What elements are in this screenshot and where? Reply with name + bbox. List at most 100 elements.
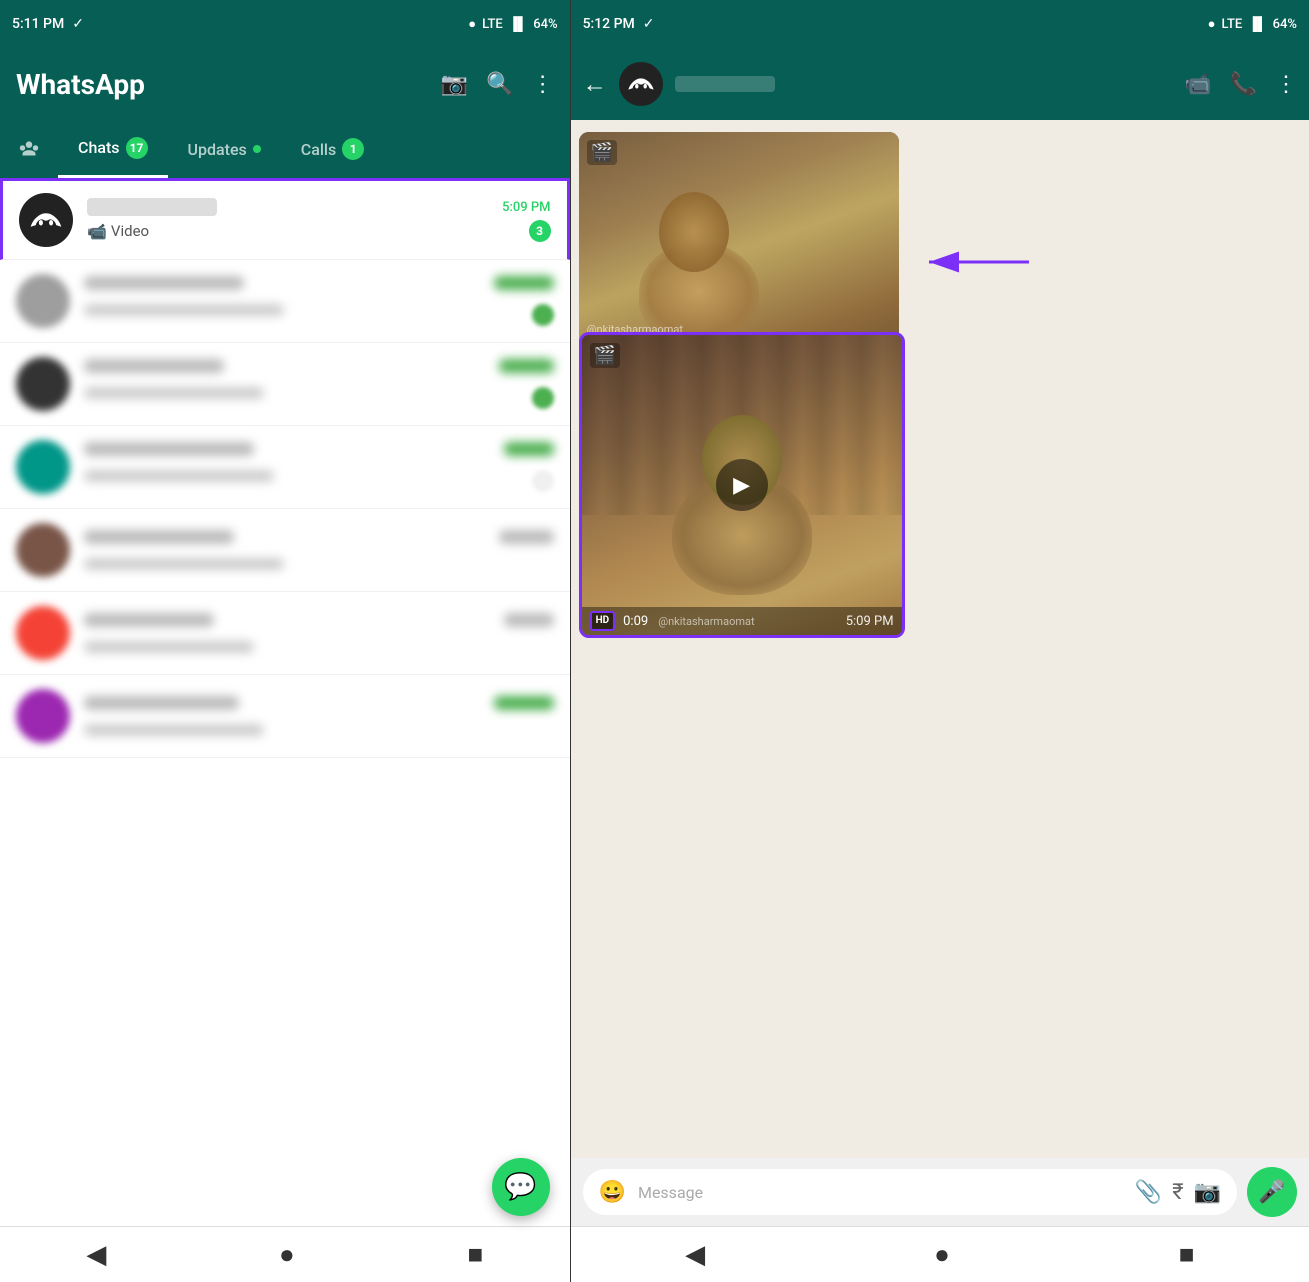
tab-updates[interactable]: Updates [168, 120, 281, 178]
avatar-2 [16, 357, 70, 411]
blur-content-4 [84, 530, 554, 570]
right-top-bar: ← 📹 📞 ⋮ [571, 48, 1309, 120]
chat-row-4[interactable] [0, 509, 570, 592]
tab-calls[interactable]: Calls 1 [281, 120, 384, 178]
voice-call-icon[interactable]: 📞 [1230, 72, 1257, 97]
right-status-left: 5:12 PM ✓ [583, 16, 655, 32]
rupee-icon[interactable]: ₹ [1172, 1180, 1183, 1205]
unread-badge: 3 [529, 220, 551, 242]
fab-wrapper: 💬 [492, 1158, 550, 1216]
film-icon-2: 🎬 [590, 343, 620, 368]
video-call-icon[interactable]: 📹 [1184, 72, 1211, 97]
video-meta-2: HD 0:09 @nkitasharmaomat 5:09 PM [582, 607, 902, 635]
avatar-1 [16, 274, 70, 328]
app-title: WhatsApp [16, 68, 145, 101]
mic-button[interactable]: 🎤 [1247, 1167, 1297, 1217]
left-nav-bar: ◀ ● ■ [0, 1226, 570, 1282]
status-bar-right: ● LTE ▐▌ 64% [468, 16, 557, 32]
right-contact-name [675, 76, 775, 92]
msg-blur-6 [84, 724, 264, 736]
more-options-icon[interactable]: ⋮ [1275, 72, 1297, 97]
tab-chats[interactable]: Chats 17 [58, 120, 168, 178]
top-bar-icons: 📷 🔍 ⋮ [441, 72, 554, 97]
avatar-6 [16, 689, 70, 743]
right-chat-avatar[interactable] [619, 62, 663, 106]
chat-row-1[interactable] [0, 260, 570, 343]
blur-content-6 [84, 696, 554, 736]
search-icon[interactable]: 🔍 [486, 72, 513, 97]
right-lte: LTE [1222, 17, 1243, 32]
attach-icon[interactable]: 📎 [1135, 1180, 1162, 1205]
nav-home-left[interactable]: ● [279, 1239, 295, 1270]
name-blur-5 [84, 613, 214, 627]
nav-square-left[interactable]: ■ [467, 1239, 483, 1270]
chat-top: 5:09 PM [87, 198, 551, 216]
blur-content-1 [84, 276, 554, 326]
batman-icon [29, 203, 63, 237]
message-input-wrapper: 😀 Message 📎 ₹ 📷 [583, 1169, 1237, 1215]
batman-avatar [19, 193, 73, 247]
right-back-button[interactable]: ← [583, 70, 607, 99]
nav-back-left[interactable]: ◀ [86, 1240, 106, 1270]
nav-home-right[interactable]: ● [934, 1239, 950, 1270]
signal-bars: ▐▌ [509, 16, 527, 32]
right-signal: ● [1208, 16, 1216, 32]
video-duration-2: 0:09 [623, 614, 648, 629]
name-blur-6 [84, 696, 239, 710]
chat-name-blurred [87, 198, 217, 216]
name-blur-4 [84, 530, 234, 544]
more-icon[interactable]: ⋮ [532, 72, 554, 97]
right-status-right: ● LTE ▐▌ 64% [1208, 16, 1297, 32]
compose-fab[interactable]: 💬 [492, 1158, 550, 1216]
msg-blur-4 [84, 558, 284, 570]
chat-bottom: 📹 Video 3 [87, 220, 551, 242]
badge-3 [532, 470, 554, 492]
msg-blur-2 [84, 387, 264, 399]
name-blur-3 [84, 442, 254, 456]
time-blur-3 [504, 442, 554, 456]
camera-icon[interactable]: 📷 [441, 72, 468, 97]
right-status-time: 5:12 PM [583, 16, 635, 32]
right-batman-icon [627, 70, 655, 98]
nav-back-right[interactable]: ◀ [685, 1240, 705, 1270]
video-time-2: 5:09 PM [846, 614, 894, 629]
blur-content-3 [84, 442, 554, 492]
right-bars: ▐▌ [1248, 16, 1266, 32]
play-button-2[interactable]: ▶ [716, 459, 768, 511]
community-icon[interactable] [0, 120, 58, 178]
time-blur-2 [499, 359, 554, 373]
chat-row-2[interactable] [0, 343, 570, 426]
camera-msg-icon[interactable]: 📷 [1194, 1180, 1221, 1205]
chat-row-3[interactable] [0, 426, 570, 509]
chat-row-5[interactable] [0, 592, 570, 675]
time-blur-1 [494, 276, 554, 290]
message-placeholder[interactable]: Message [638, 1183, 1123, 1202]
highlighted-chat-item[interactable]: 5:09 PM 📹 Video 3 [0, 178, 570, 260]
name-blur-1 [84, 276, 244, 290]
tab-calls-badge: 1 [342, 138, 364, 160]
emoji-icon[interactable]: 😀 [599, 1180, 626, 1205]
avatar-4 [16, 523, 70, 577]
film-icon-1: 🎬 [587, 140, 617, 165]
nav-square-right[interactable]: ■ [1179, 1239, 1195, 1270]
video-preview-icon: 📹 [87, 222, 107, 241]
tab-calls-label: Calls [301, 140, 336, 159]
chat-row-6[interactable] [0, 675, 570, 758]
preview-text: Video [111, 222, 149, 240]
chat-list: 5:09 PM 📹 Video 3 [0, 178, 570, 1226]
right-nav-bar: ◀ ● ■ [571, 1226, 1309, 1282]
input-action-icons: 📎 ₹ 📷 [1135, 1180, 1221, 1205]
tabs-bar: Chats 17 Updates Calls 1 [0, 120, 570, 178]
msg-blur-5 [84, 641, 254, 653]
chat-preview: 📹 Video [87, 222, 149, 241]
msg-blur-1 [84, 304, 284, 316]
msg-blur-3 [84, 470, 274, 482]
left-top-bar: WhatsApp 📷 🔍 ⋮ [0, 48, 570, 120]
tab-updates-label: Updates [188, 140, 247, 159]
time-blur-5 [504, 613, 554, 627]
video-bubble-2[interactable]: 🎬 ▶ HD 0:09 @nkitasharmaomat 5:09 PM ↩ [579, 332, 905, 638]
right-status-check: ✓ [643, 16, 655, 32]
time-blur-4 [499, 530, 554, 544]
avatar-5 [16, 606, 70, 660]
hd-badge-2: HD [590, 611, 616, 631]
